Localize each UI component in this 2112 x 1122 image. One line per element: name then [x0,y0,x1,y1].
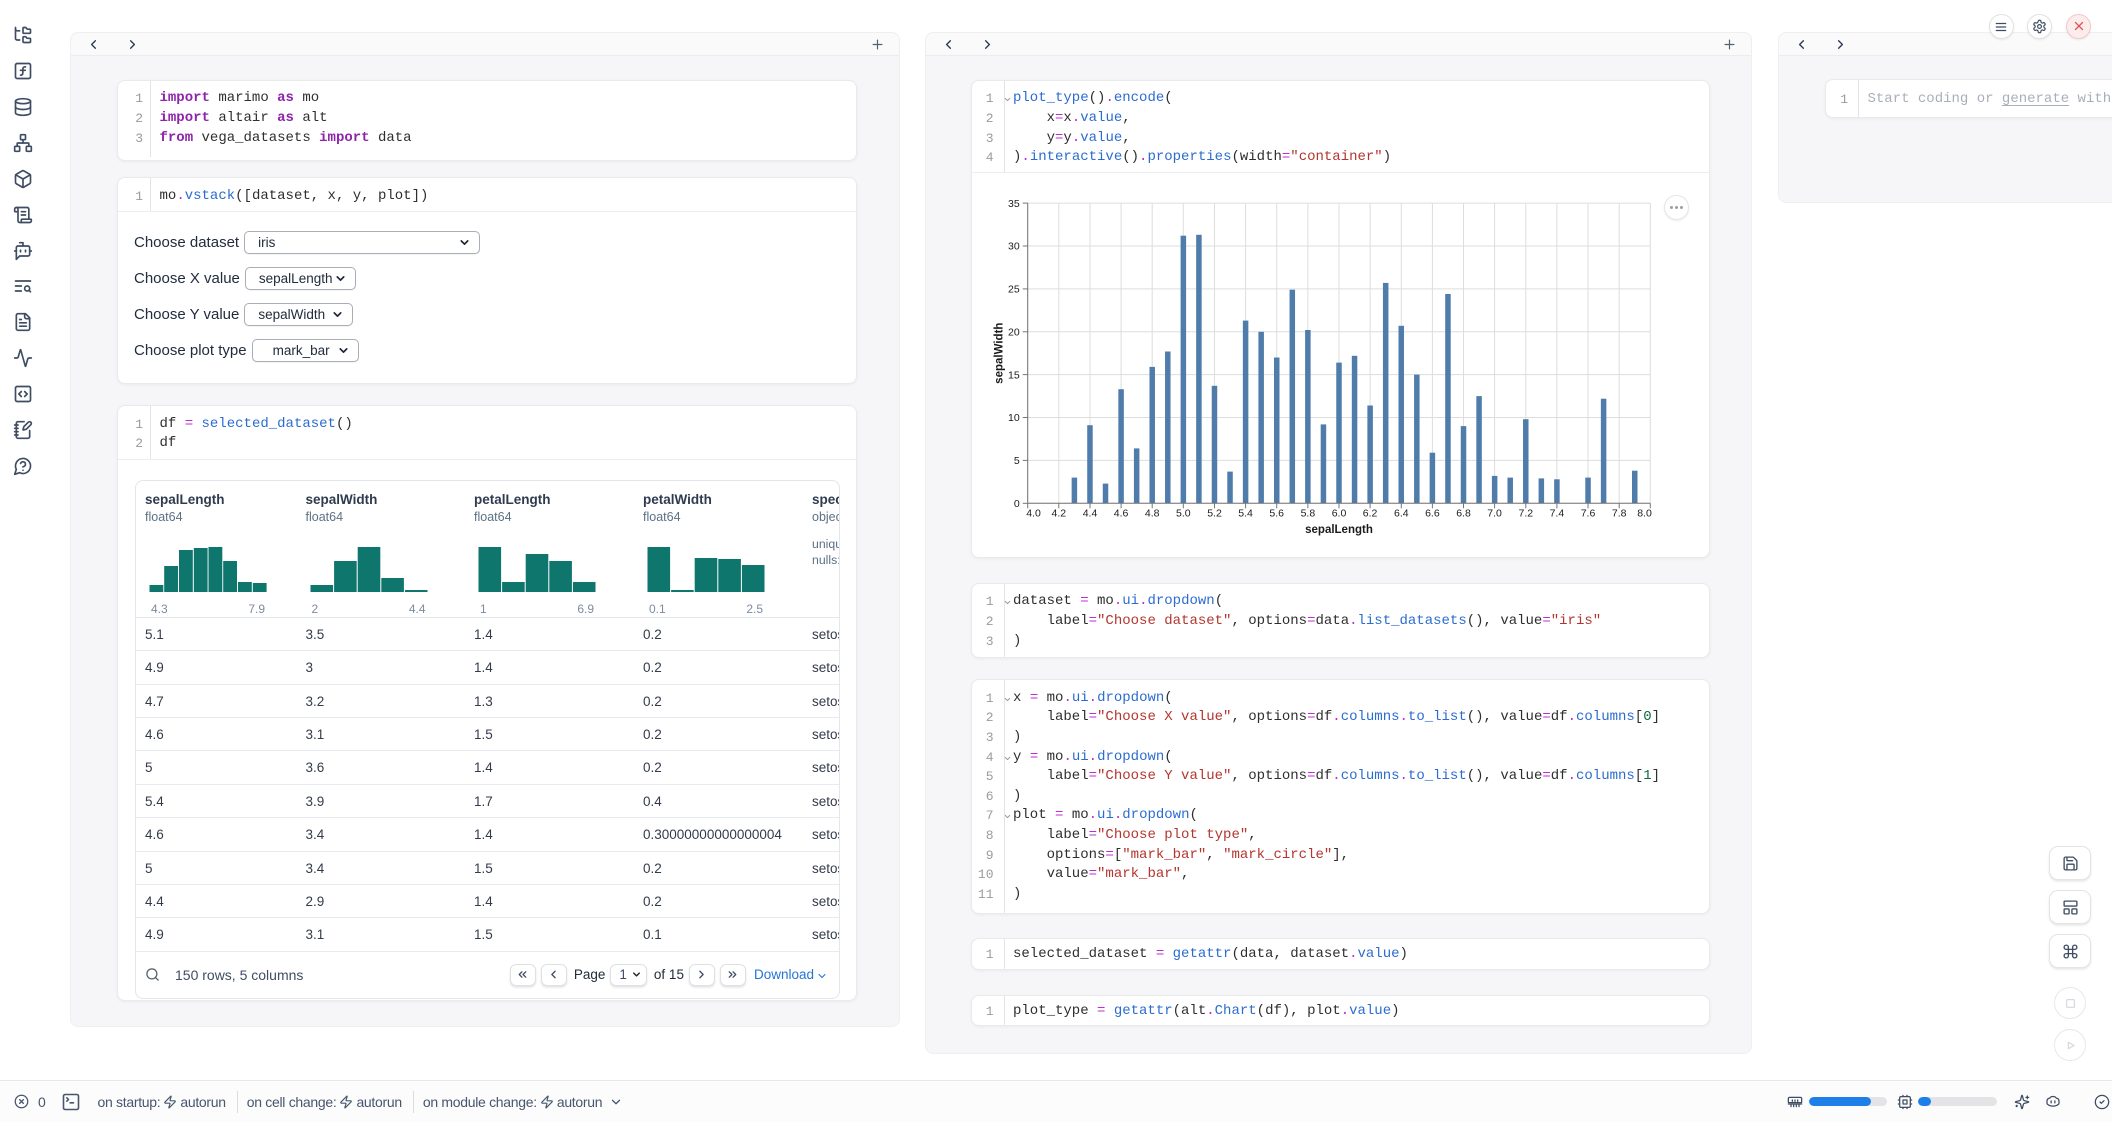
svg-text:4.2: 4.2 [1051,508,1066,520]
svg-text:7.4: 7.4 [1550,508,1565,520]
svg-text:6.2: 6.2 [1363,508,1378,520]
svg-text:4.4: 4.4 [1083,508,1098,520]
svg-text:15: 15 [1008,369,1020,381]
svg-text:4.0: 4.0 [1026,508,1041,520]
svg-text:sepalLength: sepalLength [1305,524,1373,536]
svg-text:7.8: 7.8 [1612,508,1627,520]
svg-text:5: 5 [1014,455,1020,467]
svg-text:7.0: 7.0 [1487,508,1502,520]
svg-text:6.4: 6.4 [1394,508,1409,520]
svg-text:4.6: 4.6 [1114,508,1129,520]
svg-text:20: 20 [1008,327,1020,339]
svg-text:6.6: 6.6 [1425,508,1440,520]
svg-text:5.4: 5.4 [1238,508,1253,520]
svg-text:7.2: 7.2 [1518,508,1533,520]
svg-text:25: 25 [1008,284,1020,296]
svg-text:6.0: 6.0 [1332,508,1347,520]
svg-text:5.2: 5.2 [1207,508,1222,520]
svg-text:5.6: 5.6 [1269,508,1284,520]
svg-text:6.8: 6.8 [1456,508,1471,520]
svg-text:10: 10 [1008,412,1020,424]
svg-text:0: 0 [1014,498,1020,510]
svg-text:5.8: 5.8 [1301,508,1316,520]
svg-text:30: 30 [1008,241,1020,253]
svg-text:sepalWidth: sepalWidth [994,323,1006,384]
svg-text:7.6: 7.6 [1581,508,1596,520]
svg-text:5.0: 5.0 [1176,508,1191,520]
svg-text:35: 35 [1008,198,1020,210]
svg-text:8.0: 8.0 [1637,508,1652,520]
svg-text:4.8: 4.8 [1145,508,1160,520]
